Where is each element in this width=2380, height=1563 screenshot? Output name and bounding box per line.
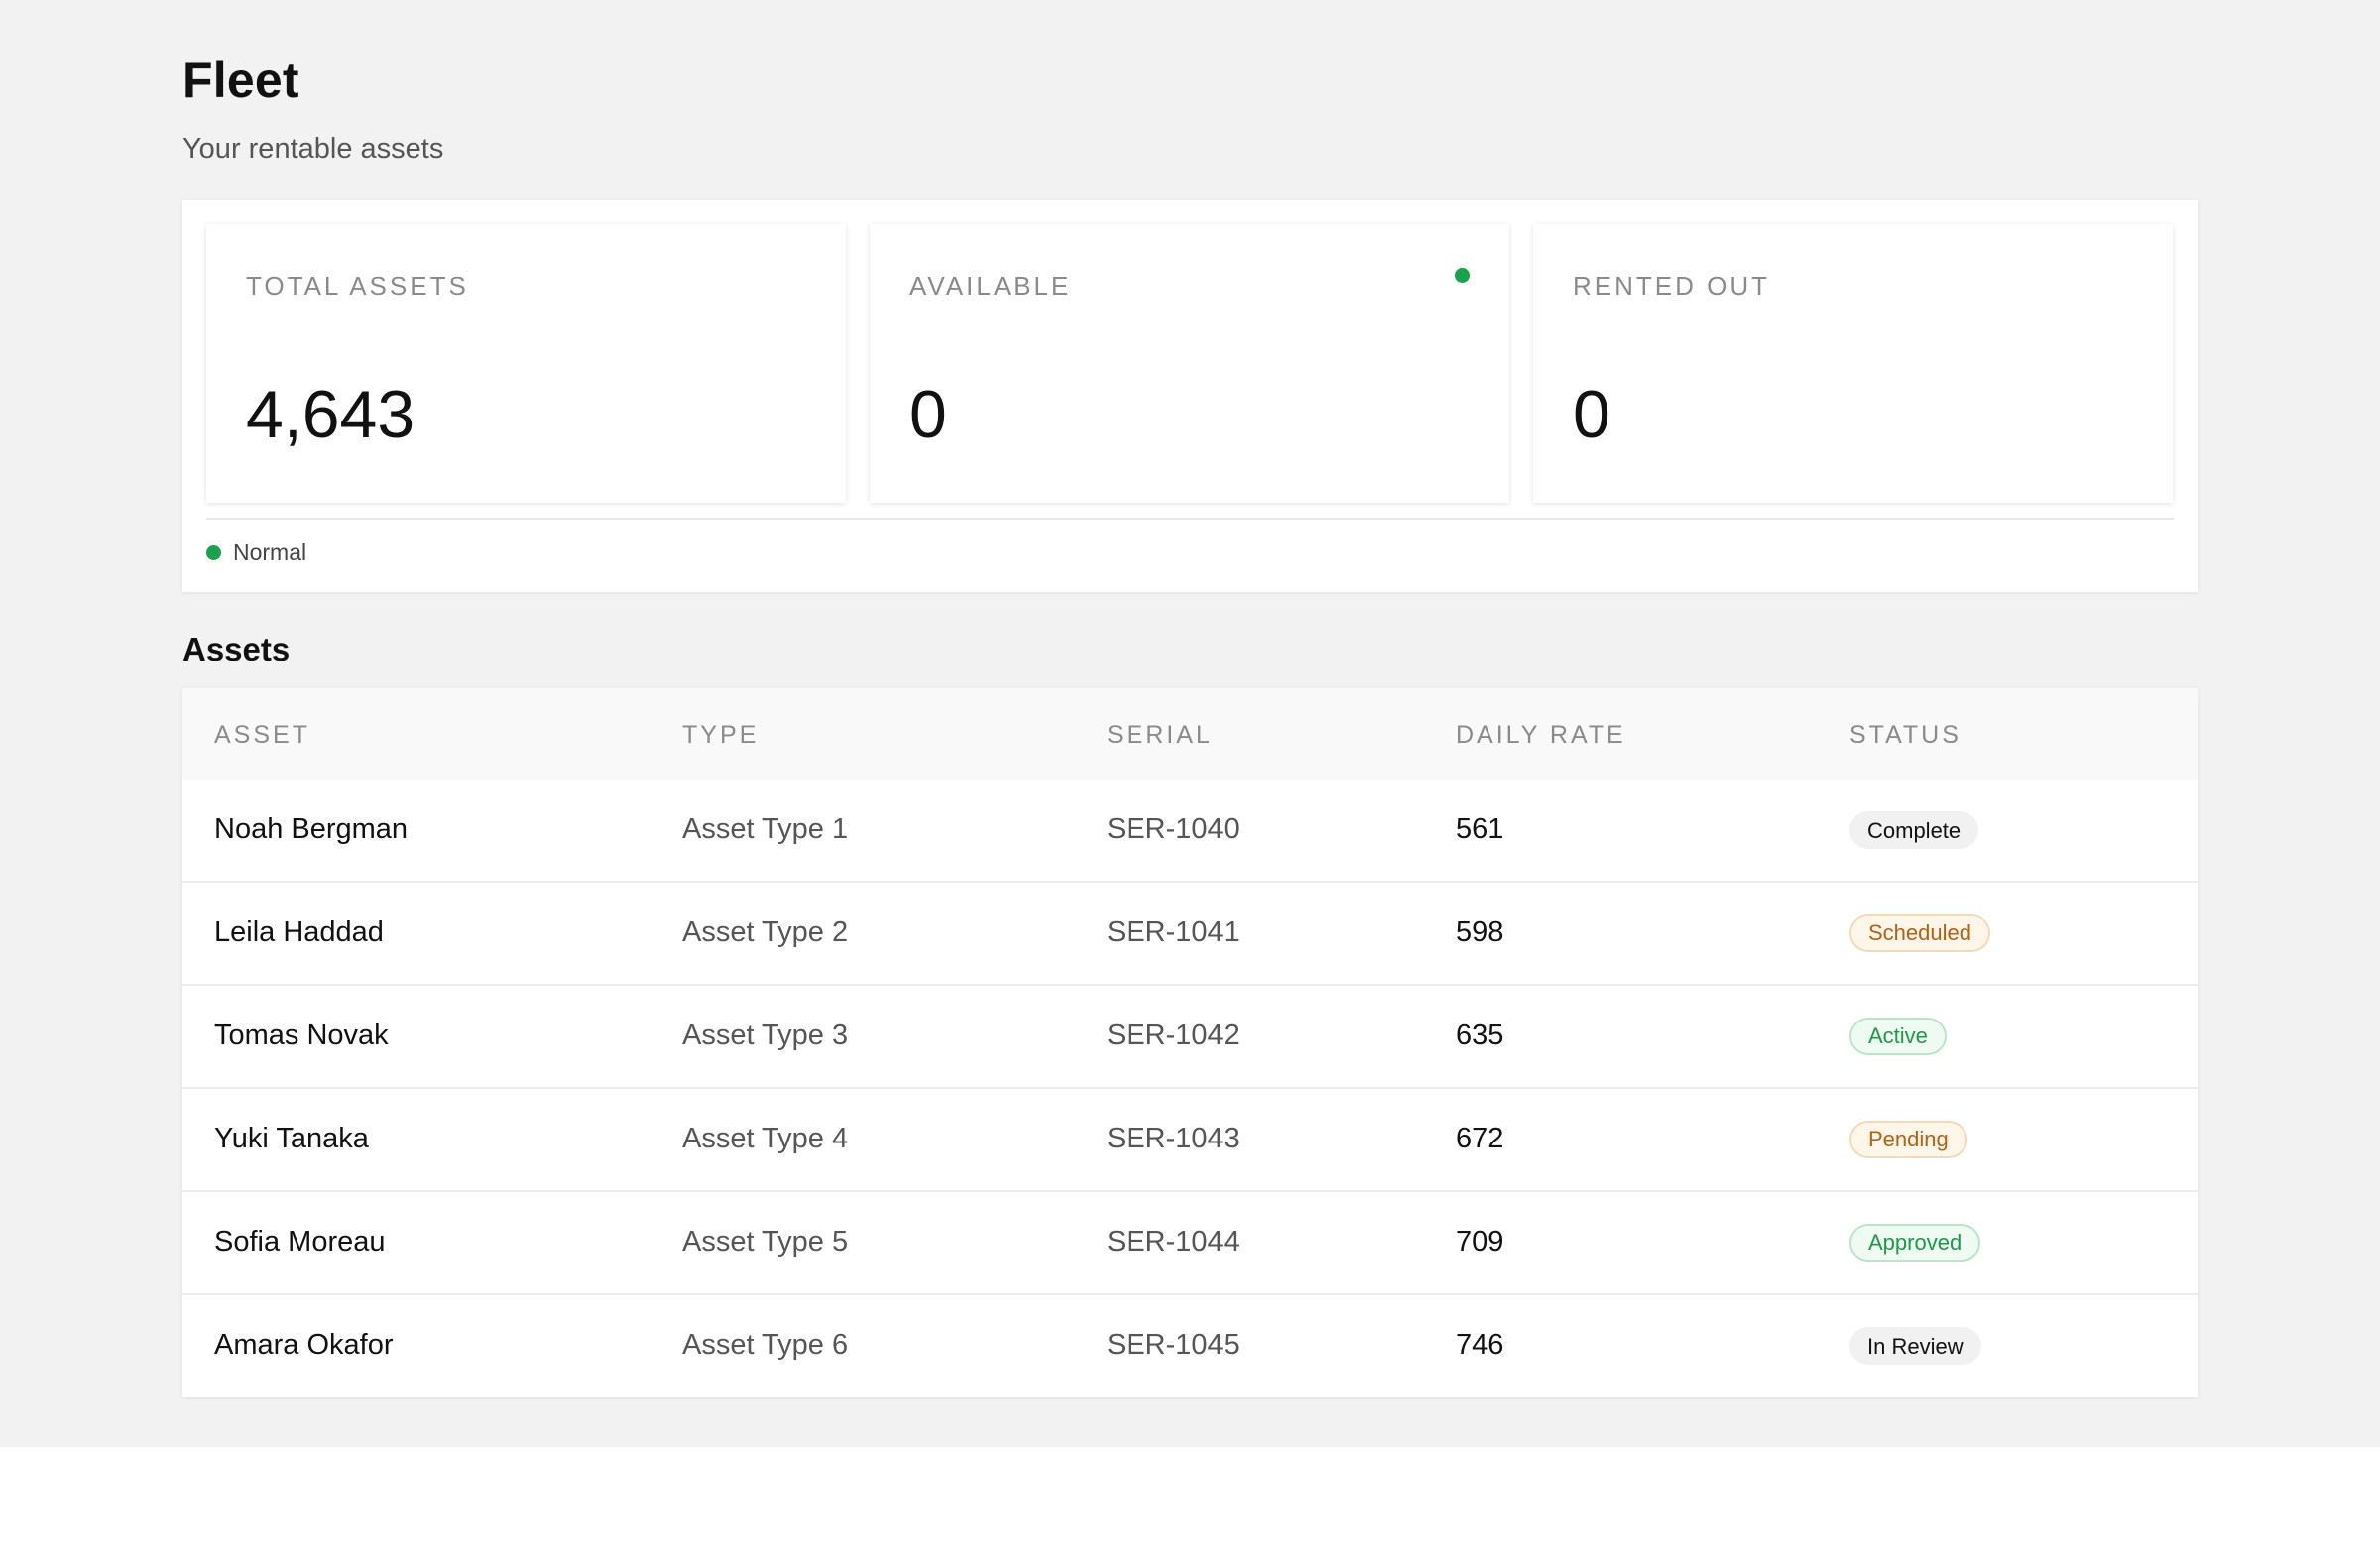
stat-card-rented-out: RENTED OUT 0 [1533,224,2173,503]
cell-asset: Leila Haddad [214,916,384,948]
stat-value: 0 [1573,377,1610,452]
cell-asset: Yuki Tanaka [214,1123,369,1154]
table-row[interactable]: Sofia Moreau Asset Type 5 SER-1044 709 A… [182,1192,2198,1295]
cell-type: Asset Type 5 [682,1226,849,1258]
page-background: Fleet Your rentable assets TOTAL ASSETS … [0,0,2380,1447]
column-header-status: STATUS [1849,721,1962,749]
cell-asset: Amara Okafor [214,1329,394,1361]
assets-section-title: Assets [182,631,291,667]
cell-serial: SER-1042 [1107,1020,1240,1051]
cell-type: Asset Type 6 [682,1329,849,1361]
divider [206,518,2174,520]
table-row[interactable]: Noah Bergman Asset Type 1 SER-1040 561 C… [182,780,2198,883]
status-badge: Active [1849,1018,1947,1055]
assets-table: ASSET TYPE SERIAL DAILY RATE STATUS Noah… [182,688,2198,1397]
status-badge: In Review [1849,1327,1981,1365]
stat-value: 4,643 [246,377,416,452]
stat-card-available: AVAILABLE 0 [870,224,1509,503]
stat-label: TOTAL ASSETS [246,271,469,301]
stat-card-total-assets: TOTAL ASSETS 4,643 [206,224,846,503]
page-subtitle: Your rentable assets [182,133,444,165]
table-row[interactable]: Leila Haddad Asset Type 2 SER-1041 598 S… [182,883,2198,986]
status-dot-icon [206,545,221,560]
cell-daily-rate: 709 [1456,1226,1504,1258]
cell-type: Asset Type 3 [682,1020,849,1051]
cell-daily-rate: 598 [1456,916,1504,948]
cell-asset: Tomas Novak [214,1020,389,1051]
cell-daily-rate: 746 [1456,1329,1504,1361]
cell-serial: SER-1043 [1107,1123,1240,1154]
table-header: ASSET TYPE SERIAL DAILY RATE STATUS [182,688,2198,780]
cell-type: Asset Type 4 [682,1123,849,1154]
cell-asset: Noah Bergman [214,813,409,845]
column-header-asset: ASSET [214,721,310,749]
stats-panel: TOTAL ASSETS 4,643 AVAILABLE 0 RENTED OU… [182,200,2198,592]
cell-serial: SER-1040 [1107,813,1240,845]
table-row[interactable]: Yuki Tanaka Asset Type 4 SER-1043 672 Pe… [182,1089,2198,1192]
cell-type: Asset Type 2 [682,916,849,948]
column-header-serial: SERIAL [1107,721,1213,749]
cell-serial: SER-1041 [1107,916,1240,948]
table-row[interactable]: Amara Okafor Asset Type 6 SER-1045 746 I… [182,1295,2198,1398]
cell-daily-rate: 672 [1456,1123,1504,1154]
column-header-type: TYPE [682,721,760,749]
status-badge: Pending [1849,1121,1967,1158]
stat-value: 0 [909,377,947,452]
column-header-daily-rate: DAILY RATE [1456,721,1626,749]
table-row[interactable]: Tomas Novak Asset Type 3 SER-1042 635 Ac… [182,986,2198,1089]
status-indicator-dot-icon [1455,268,1470,283]
stat-label: RENTED OUT [1573,271,1770,301]
cell-daily-rate: 635 [1456,1020,1504,1051]
page-title: Fleet [182,53,299,108]
status-badge: Complete [1849,811,1979,849]
cell-serial: SER-1044 [1107,1226,1240,1258]
panel-status-text: Normal [233,540,307,565]
panel-status: Normal [206,540,306,566]
cell-daily-rate: 561 [1456,813,1504,845]
status-badge: Scheduled [1849,914,1990,952]
stat-label: AVAILABLE [909,271,1072,301]
cell-asset: Sofia Moreau [214,1226,386,1258]
cell-type: Asset Type 1 [682,813,849,845]
cell-serial: SER-1045 [1107,1329,1240,1361]
status-badge: Approved [1849,1224,1981,1262]
